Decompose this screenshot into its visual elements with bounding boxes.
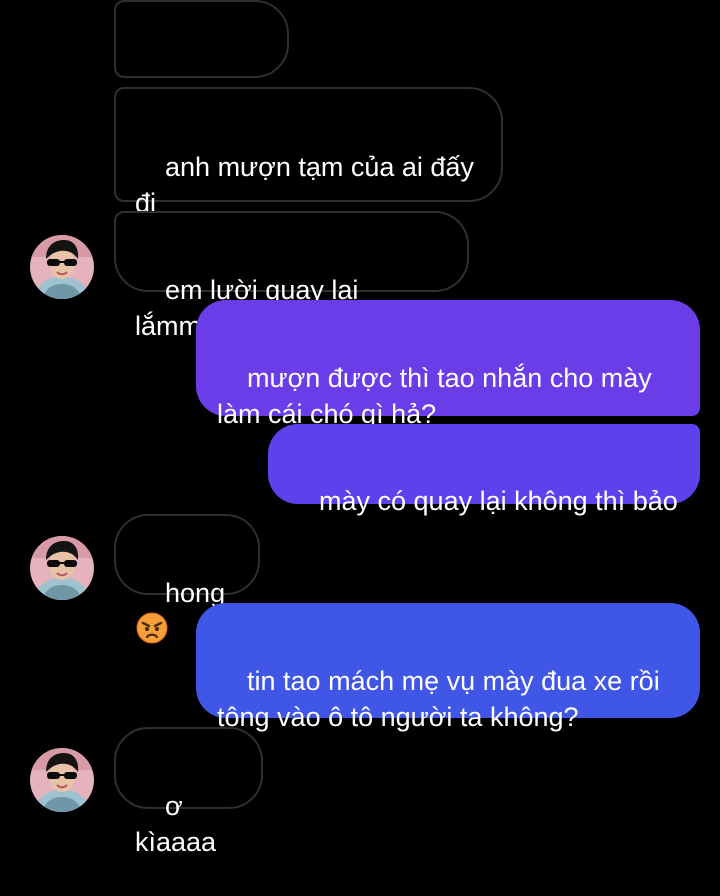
message-bubble-outgoing[interactable]: tin tao mách mẹ vụ mày đua xe rồi tông v… [196, 603, 700, 732]
message-bubble-incoming[interactable]: hongggggg [114, 0, 289, 129]
message-bubble-outgoing[interactable]: mày có quay lại không thì bảo [268, 424, 700, 516]
message-text: mày có quay lại không thì bảo [319, 486, 678, 516]
message-text: tin tao mách mẹ vụ mày đua xe rồi tông v… [217, 666, 660, 732]
angry-face-icon [136, 612, 168, 644]
contact-avatar[interactable] [30, 748, 94, 812]
message-bubble-incoming[interactable]: anh mượn tạm của ai đấy đi [114, 87, 503, 218]
message-bubble-outgoing[interactable]: mượn được thì tao nhắn cho mày làm cái c… [196, 300, 700, 429]
message-bubble-incoming[interactable]: ơ kìaaaa [114, 727, 263, 857]
message-bubble-incoming[interactable]: em lười quay lại lắmmm [114, 211, 469, 341]
avatar-photo-icon [30, 748, 94, 812]
message-text: mượn được thì tao nhắn cho mày làm cái c… [217, 363, 652, 429]
message-bubble-incoming[interactable]: hong [114, 514, 260, 644]
contact-avatar[interactable] [30, 536, 94, 600]
avatar-photo-icon [30, 235, 94, 299]
message-text: anh mượn tạm của ai đấy đi [135, 152, 474, 218]
message-text: ơ kìaaaa [135, 791, 217, 857]
avatar-photo-icon [30, 536, 94, 600]
contact-avatar[interactable] [30, 235, 94, 299]
